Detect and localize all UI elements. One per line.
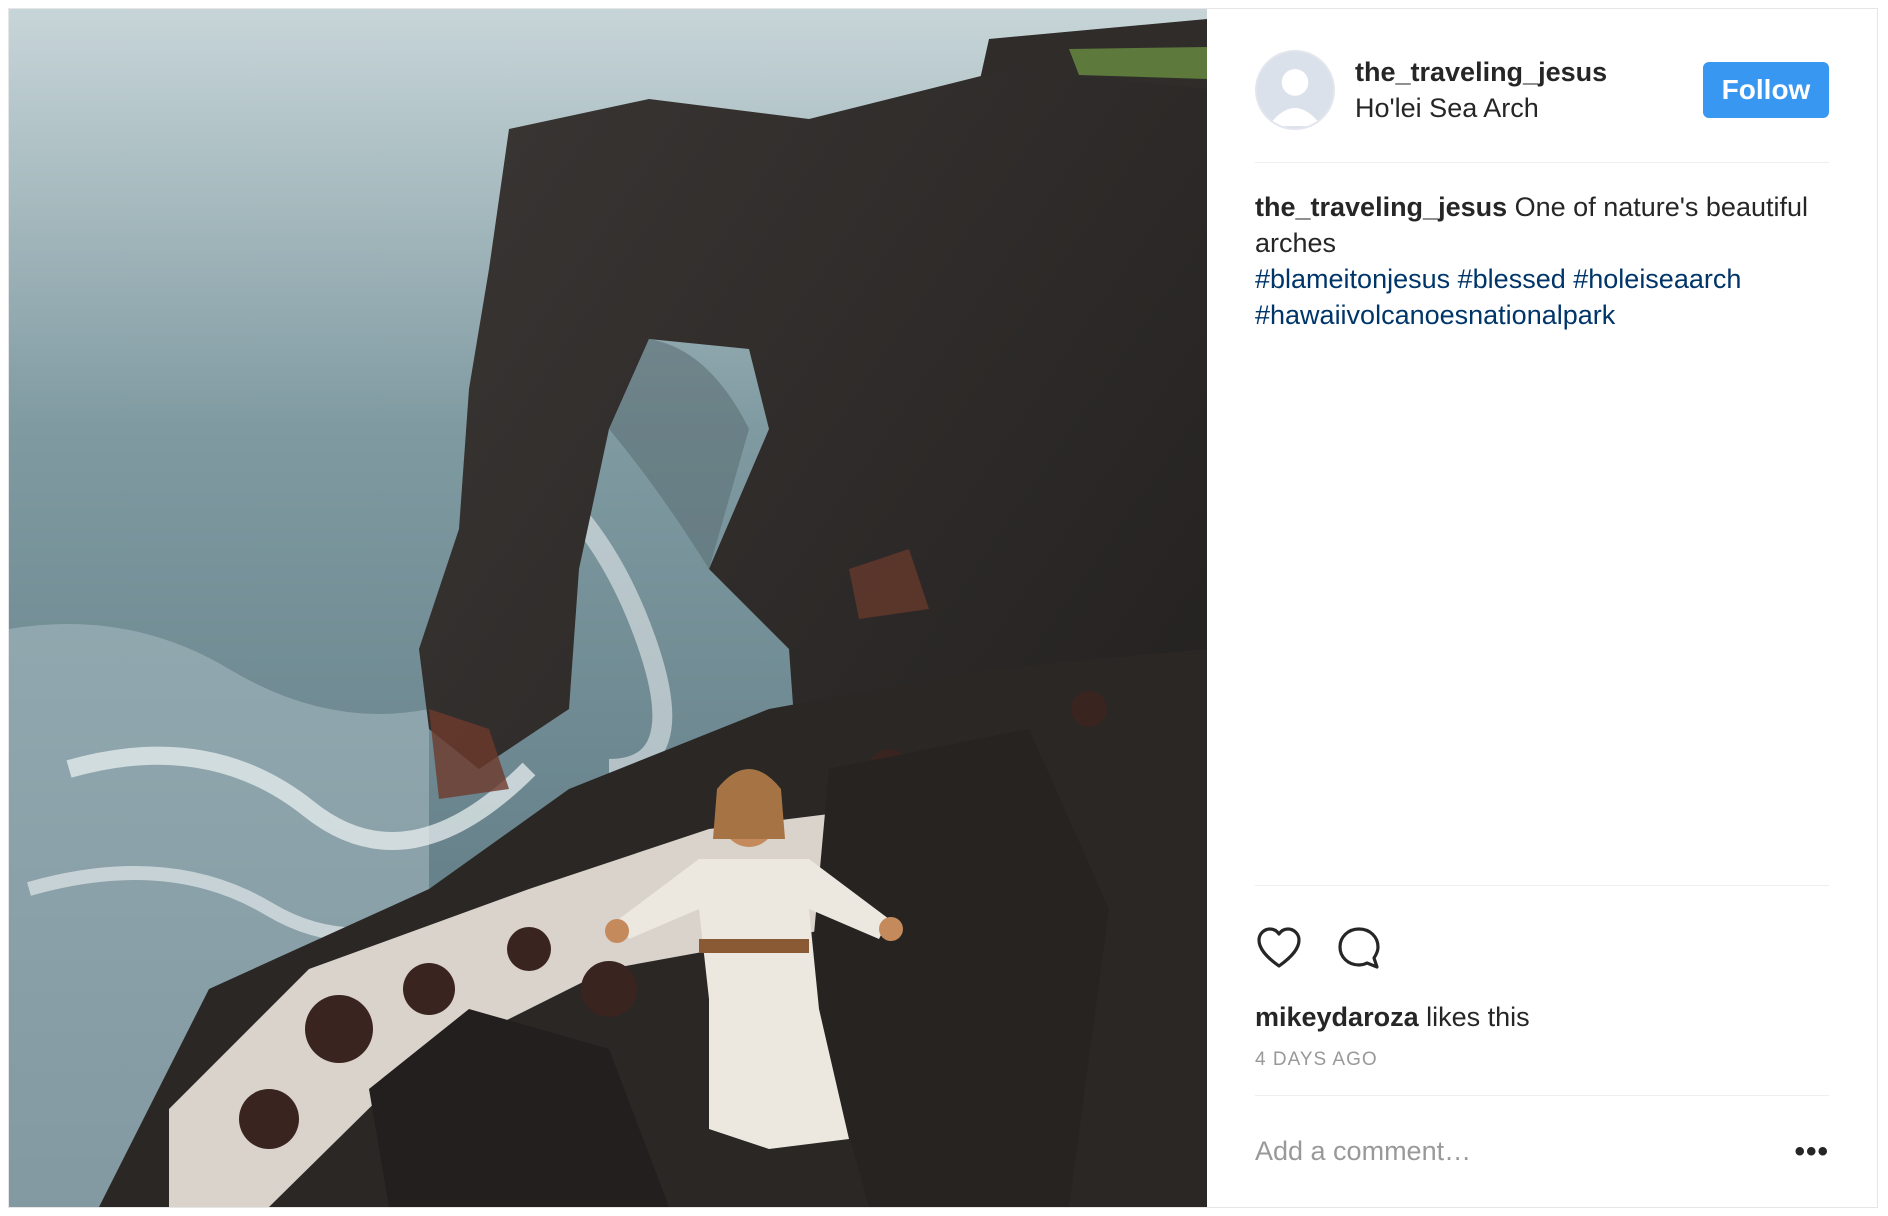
post-caption: the_traveling_jesus One of nature's beau…: [1255, 189, 1815, 333]
comment-input[interactable]: [1255, 1136, 1755, 1167]
hashtag-link[interactable]: #blessed: [1458, 264, 1566, 294]
post-sidebar: the_traveling_jesus Ho'lei Sea Arch Foll…: [1207, 9, 1877, 1207]
hashtag-link[interactable]: #hawaiivolcanoesnationalpark: [1255, 300, 1615, 330]
heart-icon[interactable]: [1255, 924, 1303, 972]
likes-suffix: likes this: [1426, 1002, 1530, 1032]
hashtag-link[interactable]: #blameitonjesus: [1255, 264, 1450, 294]
follow-button[interactable]: Follow: [1703, 61, 1829, 118]
likes-summary: mikeydaroza likes this: [1255, 999, 1829, 1035]
post-header: the_traveling_jesus Ho'lei Sea Arch Foll…: [1255, 9, 1829, 163]
post-photo[interactable]: [9, 9, 1207, 1207]
instagram-post: the_traveling_jesus Ho'lei Sea Arch Foll…: [8, 8, 1878, 1208]
username-link[interactable]: the_traveling_jesus: [1355, 54, 1703, 90]
location-link[interactable]: Ho'lei Sea Arch: [1355, 90, 1703, 126]
sea-arch-photo: [9, 9, 1207, 1207]
hashtag-link[interactable]: #holeiseaarch: [1573, 264, 1741, 294]
liker-username[interactable]: mikeydaroza: [1255, 1002, 1419, 1032]
avatar[interactable]: [1255, 49, 1335, 130]
post-footer: mikeydaroza likes this 4 DAYS AGO •••: [1255, 885, 1829, 1207]
post-author: the_traveling_jesus Ho'lei Sea Arch: [1355, 54, 1703, 126]
action-bar: [1255, 885, 1829, 977]
post-timestamp[interactable]: 4 DAYS AGO: [1255, 1045, 1829, 1095]
more-options-icon[interactable]: •••: [1794, 1135, 1829, 1169]
comment-bar: •••: [1255, 1095, 1829, 1207]
caption-username[interactable]: the_traveling_jesus: [1255, 192, 1507, 222]
default-avatar-icon: [1257, 51, 1333, 128]
comment-bubble-icon[interactable]: [1335, 924, 1383, 972]
